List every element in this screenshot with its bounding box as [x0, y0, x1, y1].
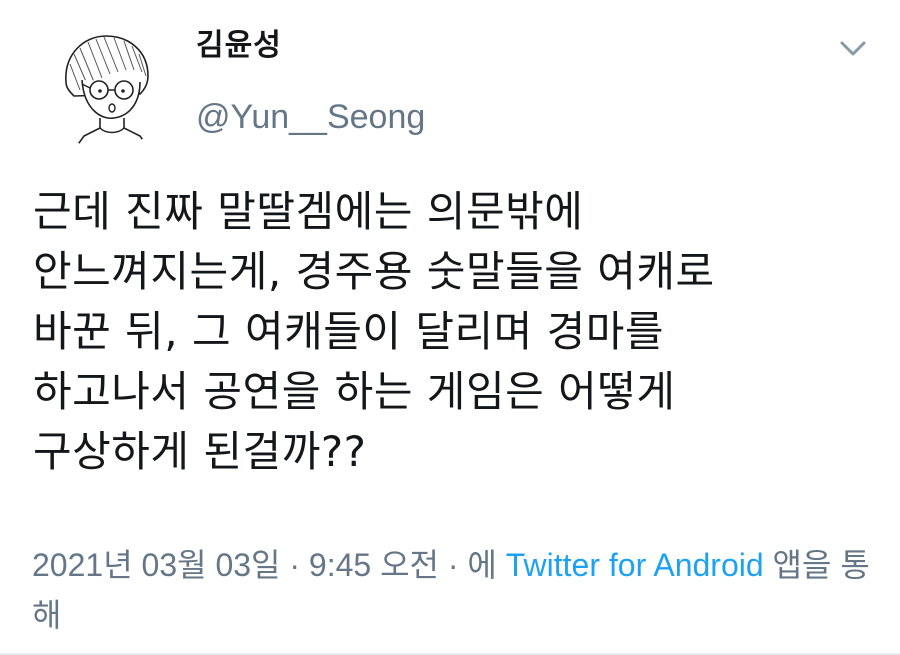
meta-separator: · — [280, 547, 309, 583]
tweet-card: 김윤성 @Yun__Seong 근데 진짜 말딸겜에는 의문밖에 안느껴지는게,… — [0, 0, 900, 655]
tweet-meta: 2021년 03월 03일 · 9:45 오전 · 에 Twitter for … — [32, 540, 872, 640]
meta-separator: · — [438, 547, 468, 583]
chevron-down-icon — [840, 41, 866, 56]
tweet-date[interactable]: 2021년 03월 03일 — [32, 547, 280, 583]
tweet-text: 근데 진짜 말딸겜에는 의문밖에 안느껴지는게, 경주용 숫말들을 여캐로 바꾼… — [33, 187, 715, 476]
author-names: 김윤성 @Yun__Seong — [196, 26, 425, 138]
cartoon-avatar-icon — [65, 35, 151, 150]
user-handle[interactable]: @Yun__Seong — [196, 96, 425, 138]
tweet-menu-button[interactable] — [838, 36, 868, 60]
source-prefix: 에 — [467, 547, 506, 583]
display-name[interactable]: 김윤성 — [196, 26, 425, 66]
source-app-link[interactable]: Twitter for Android — [506, 547, 764, 583]
avatar[interactable] — [44, 24, 170, 150]
tweet-time[interactable]: 9:45 오전 — [309, 547, 439, 583]
tweet-header: 김윤성 @Yun__Seong — [30, 18, 870, 150]
